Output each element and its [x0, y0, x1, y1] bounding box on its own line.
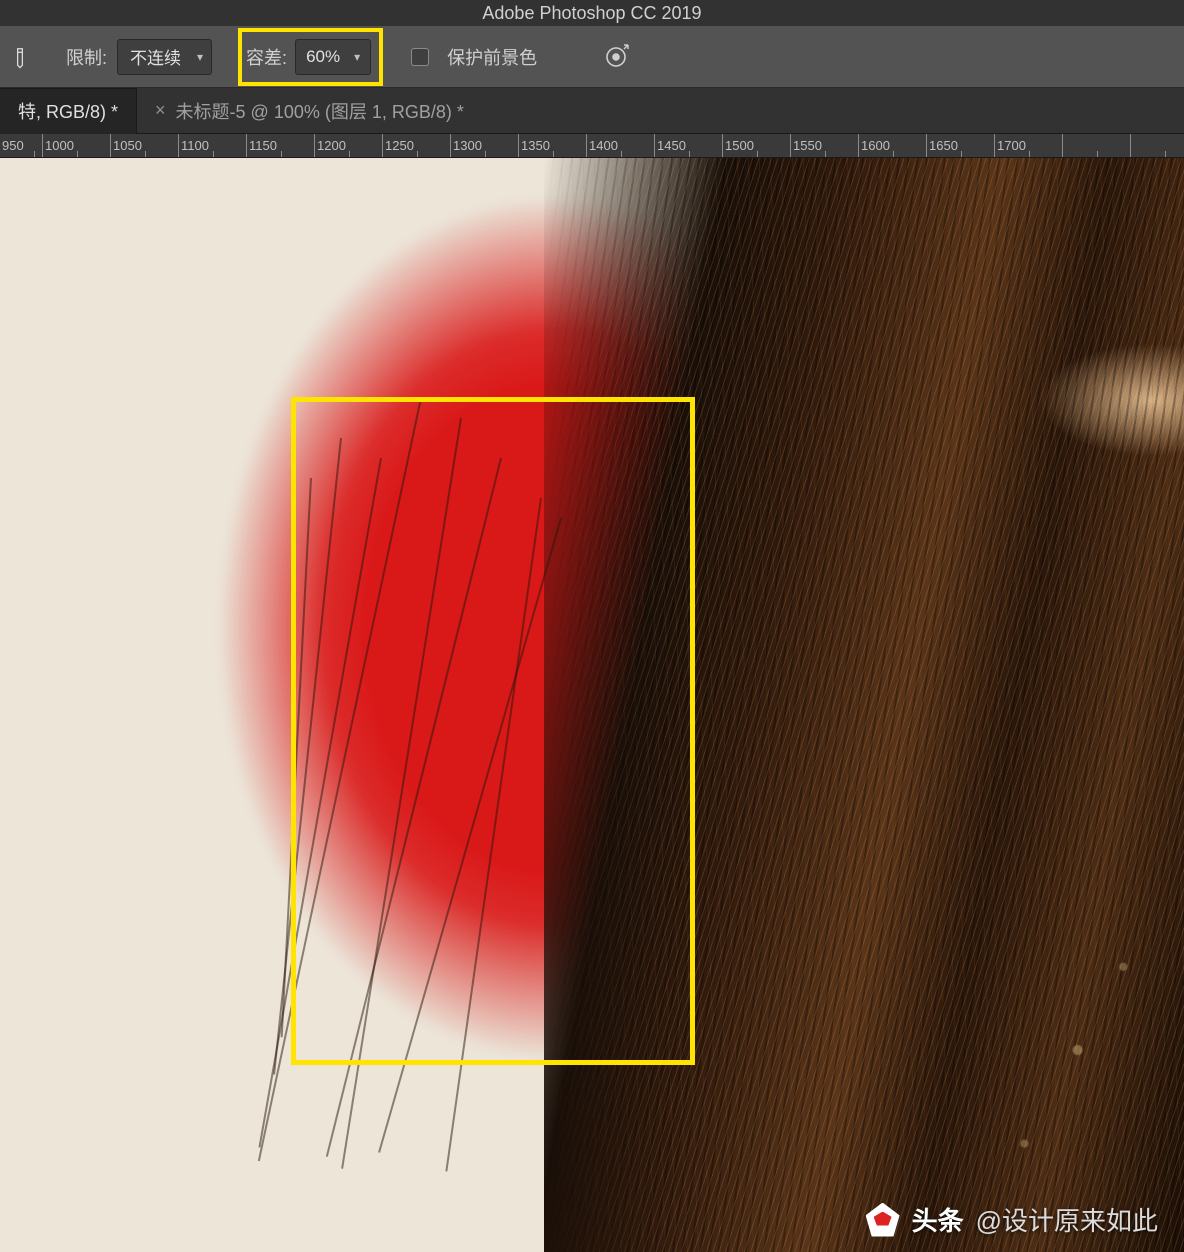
- tolerance-value: 60%: [306, 47, 340, 67]
- ruler-tick: 1050: [110, 134, 178, 157]
- app-title: Adobe Photoshop CC 2019: [0, 0, 1184, 26]
- document-tab-bar: 特, RGB/8) * × 未标题-5 @ 100% (图层 1, RGB/8)…: [0, 88, 1184, 134]
- protect-foreground-checkbox[interactable]: [411, 48, 429, 66]
- tab-label: 未标题-5 @ 100% (图层 1, RGB/8) *: [176, 98, 464, 124]
- ruler-tick: 1300: [450, 134, 518, 157]
- close-icon[interactable]: ×: [155, 100, 166, 121]
- toutiao-logo-icon: [866, 1203, 900, 1237]
- chevron-down-icon: ▾: [354, 50, 360, 64]
- canvas[interactable]: 头条 @设计原来如此: [0, 158, 1184, 1252]
- eyedropper-icon[interactable]: [3, 40, 37, 74]
- watermark-light: @设计原来如此: [976, 1201, 1158, 1238]
- watermark-strong: 头条: [912, 1201, 964, 1238]
- ruler-tick: 1200: [314, 134, 382, 157]
- document-tab[interactable]: 特, RGB/8) *: [0, 88, 137, 134]
- protect-foreground-label: 保护前景色: [447, 44, 537, 70]
- ruler-tick: 1150: [246, 134, 314, 157]
- ruler-tick: 1600: [858, 134, 926, 157]
- ruler-tick: 1450: [654, 134, 722, 157]
- horizontal-ruler: 950 1000 1050 1100 1150 1200 1250 1300 1…: [0, 134, 1184, 158]
- tolerance-input[interactable]: 60% ▾: [295, 39, 371, 75]
- tolerance-label: 容差:: [246, 44, 287, 70]
- ruler-tick: 1500: [722, 134, 790, 157]
- ruler-tick: 1700: [994, 134, 1062, 157]
- chevron-down-icon: ▾: [197, 50, 203, 64]
- ruler-tick: 1550: [790, 134, 858, 157]
- document-tab[interactable]: × 未标题-5 @ 100% (图层 1, RGB/8) *: [137, 88, 482, 134]
- watermark: 头条 @设计原来如此: [866, 1201, 1158, 1238]
- ruler-tick: 1400: [586, 134, 654, 157]
- ruler-tick: [1062, 134, 1130, 157]
- ruler-tick: 1000: [42, 134, 110, 157]
- ruler-tick: 1100: [178, 134, 246, 157]
- ruler-tick: [1130, 134, 1184, 157]
- annotation-highlight-box: [291, 397, 695, 1065]
- tolerance-highlight: 容差: 60% ▾: [238, 28, 383, 86]
- tool-options-bar: 限制: 不连续 ▾ 容差: 60% ▾ 保护前景色: [0, 26, 1184, 88]
- ruler-tick: 1250: [382, 134, 450, 157]
- limit-label: 限制:: [66, 44, 107, 70]
- ruler-tick: 1650: [926, 134, 994, 157]
- tab-label: 特, RGB/8) *: [18, 98, 118, 124]
- limit-value: 不连续: [130, 44, 181, 69]
- limit-dropdown[interactable]: 不连续 ▾: [117, 39, 212, 75]
- ruler-tick: 1350: [518, 134, 586, 157]
- ruler-tick: 950: [0, 134, 42, 157]
- target-colors-icon[interactable]: [603, 44, 629, 70]
